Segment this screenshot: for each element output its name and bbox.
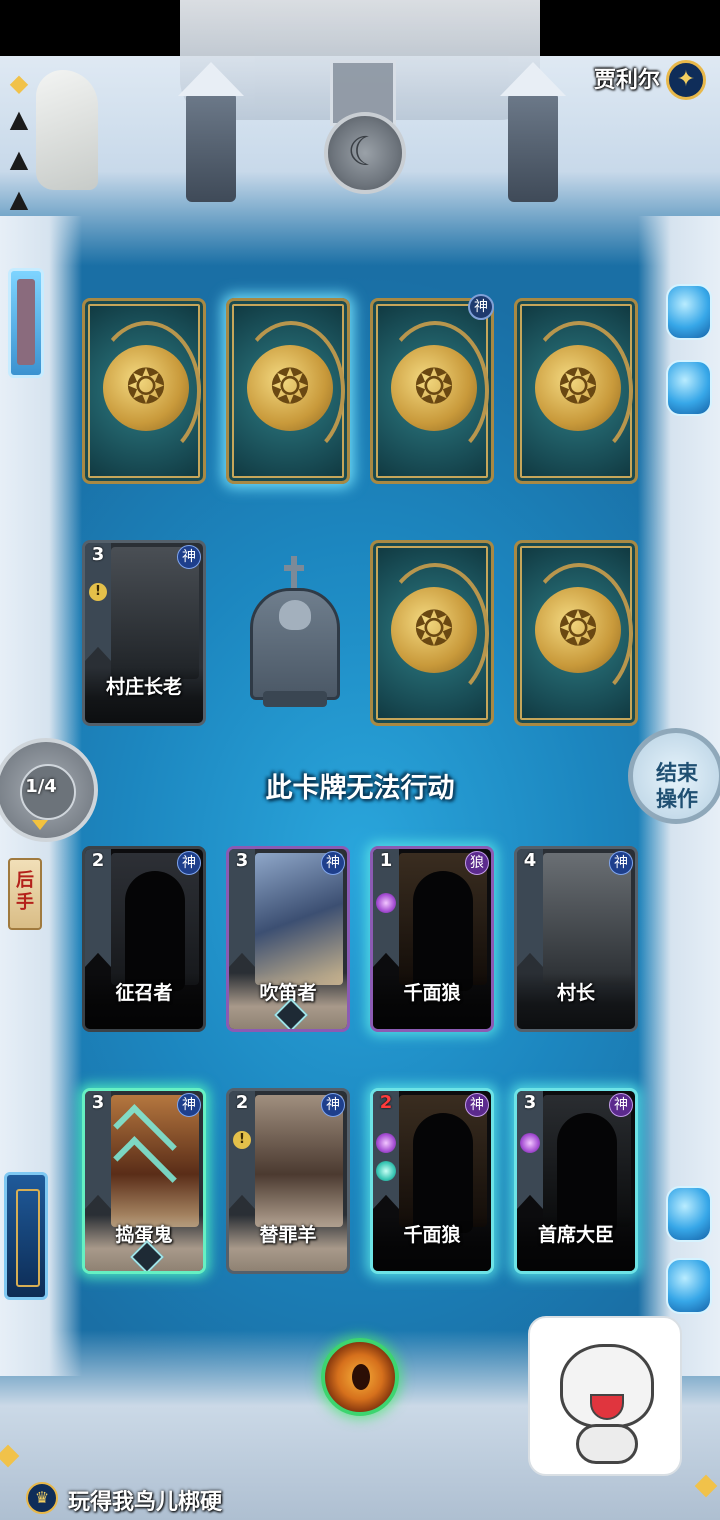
card-troublemaker[interactable]: 3 神 捣蛋鬼 bbox=[82, 1088, 206, 1274]
opponent-deck-panel[interactable] bbox=[8, 268, 44, 378]
wolf-emblem-icon: ❂ bbox=[535, 345, 621, 431]
alert-icon: ! bbox=[89, 583, 107, 601]
card-cost: 3 bbox=[235, 850, 249, 871]
status-orb-icon bbox=[520, 1133, 540, 1153]
card-scapegoat[interactable]: 2 神 ! 替罪羊 bbox=[226, 1088, 350, 1274]
opponent-name: 贾利尔 bbox=[593, 68, 660, 93]
faction-badge: 神 bbox=[609, 1093, 633, 1117]
hidden-card[interactable]: ❂ bbox=[514, 298, 638, 484]
alert-icon: ! bbox=[233, 1131, 251, 1149]
card-cost: 1 bbox=[379, 850, 393, 871]
faction-badge: 狼 bbox=[465, 851, 489, 875]
dial-arrow-icon bbox=[32, 820, 48, 830]
tower-right bbox=[500, 62, 566, 202]
hidden-card[interactable]: ❂ bbox=[226, 298, 350, 484]
husky-body-icon bbox=[576, 1424, 638, 1464]
card-thousand-face-wolf[interactable]: 1 狼 千面狼 bbox=[370, 846, 494, 1032]
card-name: 千面狼 bbox=[403, 1224, 461, 1246]
player-deck-panel[interactable] bbox=[4, 1172, 48, 1300]
wolf-silhouette-icon: ▲ bbox=[9, 145, 29, 173]
white-wolf-decoration bbox=[36, 70, 98, 190]
opponent-seal-icon: ☾ bbox=[324, 112, 406, 194]
turn-order-tag: 后手 bbox=[8, 858, 42, 930]
ice-crystal-icon bbox=[666, 1258, 712, 1314]
ice-crystal-icon bbox=[666, 1186, 712, 1242]
card-name: 替罪羊 bbox=[259, 1224, 317, 1246]
card-chief-minister[interactable]: 3 神 首席大臣 bbox=[514, 1088, 638, 1274]
hidden-card[interactable]: ❂ bbox=[370, 298, 494, 484]
status-orb-icon bbox=[376, 893, 396, 913]
wolf-emblem-icon: ❂ bbox=[103, 345, 189, 431]
wolf-silhouette-icon: ▲ bbox=[9, 185, 29, 213]
faction-badge: 神 bbox=[465, 1093, 489, 1117]
wolf-emblem-icon: ❂ bbox=[535, 587, 621, 673]
tower-left bbox=[178, 62, 244, 202]
hidden-card[interactable]: ❂ bbox=[82, 298, 206, 484]
faction-badge: 神 bbox=[177, 545, 201, 569]
card-cost: 2 bbox=[235, 1092, 249, 1113]
card-thousand-face-wolf[interactable]: 2 神 千面狼 bbox=[370, 1088, 494, 1274]
hidden-card[interactable]: ❂ bbox=[370, 540, 494, 726]
status-orb-icon bbox=[376, 1161, 396, 1181]
card-cost: 3 bbox=[91, 544, 105, 565]
card-recruiter[interactable]: 2 神 征召者 bbox=[82, 846, 206, 1032]
card-cost: 2 bbox=[91, 850, 105, 871]
card-piper[interactable]: 3 神 吹笛者 bbox=[226, 846, 350, 1032]
status-orb-icon bbox=[376, 1133, 396, 1153]
wolf-emblem-icon: ❂ bbox=[391, 345, 477, 431]
skull-icon bbox=[279, 600, 311, 630]
ice-crystal-icon bbox=[666, 284, 712, 340]
wolf-emblem-icon: ❂ bbox=[391, 587, 477, 673]
card-cost: 3 bbox=[523, 1092, 537, 1113]
card-name: 征召者 bbox=[115, 982, 173, 1004]
faction-badge: 神 bbox=[609, 851, 633, 875]
faction-badge: 神 bbox=[177, 1093, 201, 1117]
card-name: 首席大臣 bbox=[537, 1224, 614, 1246]
wolf-silhouette-icon: ▲ bbox=[9, 105, 29, 133]
player-avatar[interactable]: ♛ bbox=[26, 1482, 58, 1514]
moon-icon: ◆ bbox=[9, 69, 29, 97]
faction-badge: 神 bbox=[321, 1093, 345, 1117]
card-name: 村庄长老 bbox=[105, 676, 182, 698]
card-name: 千面狼 bbox=[403, 982, 461, 1004]
faction-badge: 神 bbox=[321, 851, 345, 875]
emote-sticker[interactable] bbox=[528, 1316, 682, 1476]
faction-badge: 神 bbox=[177, 851, 201, 875]
card-name: 村长 bbox=[556, 982, 595, 1004]
action-hint: 此卡牌无法行动 bbox=[265, 773, 455, 804]
card-cost: 4 bbox=[523, 850, 537, 871]
card-cost: 3 bbox=[91, 1092, 105, 1113]
wolf-emblem-icon: ❂ bbox=[247, 345, 333, 431]
card-cost: 2 bbox=[379, 1092, 393, 1113]
player-name: 玩得我鸟儿梆硬 bbox=[68, 1490, 223, 1515]
faction-badge: 神 bbox=[468, 294, 494, 320]
hidden-card[interactable]: ❂ bbox=[514, 540, 638, 726]
eye-skill-button[interactable] bbox=[321, 1338, 399, 1416]
opponent-avatar[interactable]: ✦ bbox=[666, 60, 706, 100]
card-village-chief[interactable]: 4 神 村长 bbox=[514, 846, 638, 1032]
ice-crystal-icon bbox=[666, 360, 712, 416]
card-village-elder[interactable]: 3 神 ! 村庄长老 bbox=[82, 540, 206, 726]
